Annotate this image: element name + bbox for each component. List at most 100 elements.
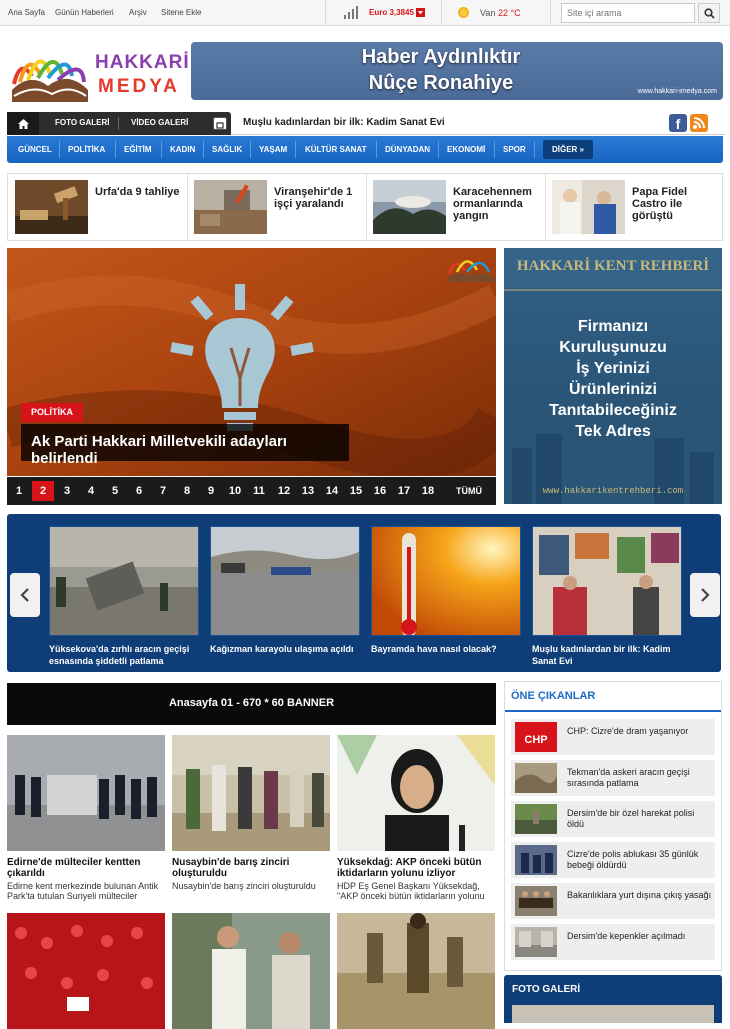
currency-euro: Euro 3,3845: [369, 8, 414, 17]
carousel-title: Bayramda hava nasıl olacak?: [371, 644, 497, 654]
ad-line: Kuruluşunuzu: [559, 339, 667, 356]
facebook-icon[interactable]: f: [669, 114, 687, 132]
pager-all-button[interactable]: TÜMÜ: [449, 481, 489, 501]
menu-kadin[interactable]: KADIN: [170, 145, 195, 154]
pager-item[interactable]: 13: [297, 481, 319, 501]
menu-guncel[interactable]: GÜNCEL: [18, 145, 52, 154]
news-card[interactable]: [7, 913, 165, 1029]
link-add-to-site[interactable]: Sitene Ekle: [161, 8, 201, 17]
pager-item[interactable]: 7: [152, 481, 174, 501]
featured-thumbnail: [515, 927, 557, 957]
menu-kultur-sanat[interactable]: KÜLTÜR SANAT: [305, 145, 366, 154]
carousel-item[interactable]: Muşlu kadınlardan bir ilk: Kadim Sanat E…: [532, 526, 682, 667]
news-card[interactable]: [337, 913, 495, 1029]
news-thumbnail: [172, 735, 330, 851]
news-desc: HDP Eş Genel Başkanı Yüksekdağ, "AKP önc…: [337, 881, 485, 901]
featured-sidebar: ÖNE ÇIKANLAR CHP CHP: Cizre'de dram yaşa…: [504, 681, 722, 971]
logo-text-medya: MEDYA: [98, 76, 180, 97]
pager-item[interactable]: 14: [321, 481, 343, 501]
featured-item[interactable]: CHP CHP: Cizre'de dram yaşanıyor: [511, 719, 715, 755]
search-button[interactable]: [698, 3, 720, 23]
link-archive[interactable]: Arşiv: [129, 8, 147, 17]
carousel-item[interactable]: Bayramda hava nasıl olacak?: [371, 526, 521, 655]
site-logo[interactable]: HAKKARİ MEDYA: [10, 46, 189, 104]
rss-icon[interactable]: [690, 114, 708, 132]
carousel-item[interactable]: Yüksekova'da zırhlı aracın geçişi esnası…: [49, 526, 199, 667]
news-thumbnail: [7, 735, 165, 851]
carousel-next-button[interactable]: [690, 573, 720, 617]
search-icon: [703, 7, 715, 19]
pager-item[interactable]: 15: [345, 481, 367, 501]
menu-egitim[interactable]: EĞİTİM: [124, 145, 152, 154]
news-card[interactable]: Nusaybin'de barış zinciri oluşturuldu Nu…: [172, 735, 330, 891]
home-button[interactable]: [7, 112, 39, 135]
menu-more-button[interactable]: DİĞER »: [543, 140, 593, 159]
menu-ekonomi[interactable]: EKONOMİ: [447, 145, 485, 154]
pager-item[interactable]: 11: [248, 481, 270, 501]
menu-saglik[interactable]: SAĞLIK: [212, 145, 242, 154]
news-card[interactable]: Edirne'de mülteciler kentten çıkarıldı E…: [7, 735, 165, 901]
pager-item[interactable]: 12: [273, 481, 295, 501]
strip-title: Karacehennem ormanlarında yangın: [453, 186, 532, 222]
featured-thumbnail: CHP: [515, 722, 557, 752]
menu-dunyadan[interactable]: DÜNYADAN: [385, 145, 430, 154]
chevron-right-icon: [701, 588, 710, 602]
header-banner[interactable]: Haber Aydınlıktır Nûçe Ronahiye www.hakk…: [191, 42, 723, 100]
home-icon: [17, 118, 29, 129]
ad-line: Firmanızı: [577, 318, 649, 335]
city-guide-ad[interactable]: HAKKARİ KENT REHBERİ Firmanızı Kuruluşun…: [504, 248, 722, 504]
category-menu: GÜNCEL POLİTİKA EĞİTİM KADIN SAĞLIK YAŞA…: [7, 136, 723, 163]
pager-item[interactable]: 16: [369, 481, 391, 501]
pager-item[interactable]: 1: [8, 481, 30, 501]
carousel-prev-button[interactable]: [10, 573, 40, 617]
pager-item[interactable]: 9: [200, 481, 222, 501]
menu-politika[interactable]: POLİTİKA: [68, 145, 105, 154]
news-title: Nusaybin'de barış zinciri oluşturuldu: [172, 857, 290, 879]
link-todays-news[interactable]: Günün Haberleri: [55, 8, 114, 17]
banner-url: www.hakkari-imedya.com: [637, 88, 717, 95]
ad-heading: HAKKARİ KENT REHBERİ: [516, 258, 710, 274]
news-card[interactable]: [172, 913, 330, 1029]
news-desc: Nusaybin'de barış zinciri oluşturuldu: [172, 881, 316, 891]
chevron-left-icon: [20, 588, 29, 602]
pager-item[interactable]: 18: [417, 481, 439, 501]
news-thumbnail: [172, 913, 330, 1029]
carousel-title: Muşlu kadınlardan bir ilk: Kadim Sanat E…: [532, 644, 671, 666]
featured-item[interactable]: Dersim'de kepenkler açılmadı: [511, 924, 715, 960]
ad-banner-placeholder[interactable]: Anasayfa 01 - 670 * 60 BANNER: [7, 683, 496, 725]
ticker-text[interactable]: Muşlu kadınlardan bir ilk: Kadim Sanat E…: [243, 117, 445, 128]
pager-item[interactable]: 17: [393, 481, 415, 501]
menu-yasam[interactable]: YAŞAM: [259, 145, 287, 154]
carousel-thumbnail: [532, 526, 682, 636]
featured-item[interactable]: Bakanlıklara yurt dışına çıkış yasağı: [511, 883, 715, 919]
featured-item[interactable]: Dersim'de bir özel harekat polisi öldü: [511, 801, 715, 837]
pager-item[interactable]: 8: [176, 481, 198, 501]
pager-item[interactable]: 3: [56, 481, 78, 501]
news-title: Edirne'de mülteciler kentten çıkarıldı: [7, 857, 141, 879]
strip-thumbnail: [373, 180, 446, 234]
ad-line: Tek Adres: [575, 423, 651, 440]
ad-line: Tanıtabileceğiniz: [549, 402, 677, 419]
ad-url: www.hakkarikentrehberi.com: [542, 486, 684, 496]
news-card[interactable]: Yüksekdağ: AKP önceki bütün iktidarların…: [337, 735, 495, 901]
carousel-title: Kağızman karayolu ulaşıma açıldı: [210, 644, 354, 654]
slider-title[interactable]: Ak Parti Hakkari Milletvekili adayları b…: [21, 424, 349, 467]
featured-item[interactable]: Cizre'de polis ablukası 35 günlük bebeği…: [511, 842, 715, 878]
slider-category-badge[interactable]: POLİTİKA: [21, 403, 83, 422]
pager-item-active[interactable]: 2: [32, 481, 54, 501]
pager-item[interactable]: 6: [128, 481, 150, 501]
logo-mark: [12, 59, 88, 102]
pager-item[interactable]: 4: [80, 481, 102, 501]
featured-item[interactable]: Tekman'da askeri aracın geçişi sırasında…: [511, 760, 715, 796]
chart-icon: [343, 5, 359, 22]
featured-thumbnail: [515, 886, 557, 916]
menu-spor[interactable]: SPOR: [503, 145, 526, 154]
foto-galeri-box[interactable]: FOTO GALERİ: [504, 975, 722, 1023]
search-input[interactable]: [561, 3, 695, 23]
pager-item[interactable]: 5: [104, 481, 126, 501]
carousel-item[interactable]: Kağızman karayolu ulaşıma açıldı: [210, 526, 360, 655]
pager-item[interactable]: 10: [224, 481, 246, 501]
nav-video-galeri[interactable]: VİDEO GALERİ: [131, 118, 188, 127]
nav-foto-galeri[interactable]: FOTO GALERİ: [55, 118, 110, 127]
link-home[interactable]: Ana Sayfa: [8, 8, 45, 17]
